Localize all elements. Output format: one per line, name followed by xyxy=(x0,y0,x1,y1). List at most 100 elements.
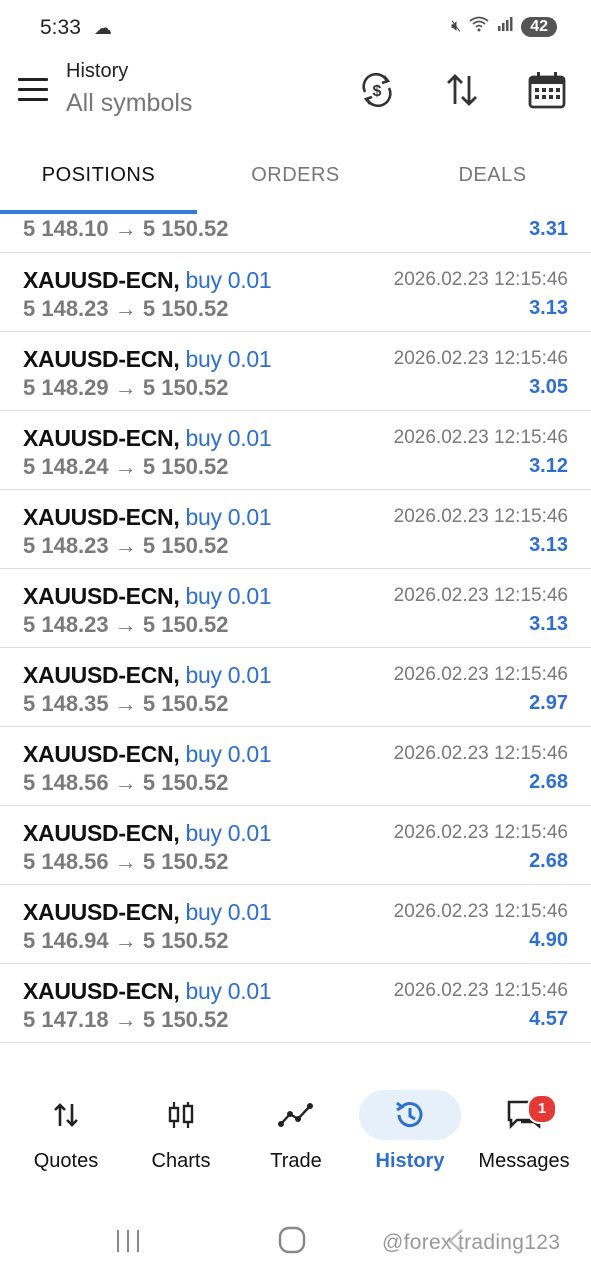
symbol-label: XAUUSD-ECN, buy 0.01 xyxy=(23,820,272,846)
trade-side: buy 0.01 xyxy=(185,662,272,688)
app-bar: History All symbols $ xyxy=(0,56,591,136)
tab-deals[interactable]: DEALS xyxy=(394,164,591,187)
symbol-label: XAUUSD-ECN, buy 0.01 xyxy=(23,583,272,609)
symbol-label: XAUUSD-ECN, buy 0.01 xyxy=(23,425,272,451)
price-range: 5 148.29 → 5 150.52 xyxy=(23,375,229,400)
trade-side: buy 0.01 xyxy=(185,267,272,293)
list-item[interactable]: XAUUSD-ECN, buy 0.01 2026.02.23 12:15:46… xyxy=(0,727,591,806)
battery-indicator: 42 xyxy=(521,16,557,37)
price-range: 5 148.35 → 5 150.52 xyxy=(23,691,229,716)
nav-messages[interactable]: 1 Messages xyxy=(465,1082,583,1192)
price-range: 5 146.94 → 5 150.52 xyxy=(23,928,229,953)
nav-label: Quotes xyxy=(33,1150,99,1172)
list-item[interactable]: XAUUSD-ECN, buy 0.01 2026.02.23 12:15:46… xyxy=(0,964,591,1043)
symbol-label: XAUUSD-ECN, buy 0.01 xyxy=(23,741,272,767)
timestamp: 2026.02.23 12:15:46 xyxy=(393,743,568,764)
profit-value: 3.12 xyxy=(529,455,568,477)
status-time: 5:33 xyxy=(40,16,81,39)
timestamp: 2026.02.23 12:15:46 xyxy=(393,269,568,290)
trade-side: buy 0.01 xyxy=(185,899,272,925)
profit-value: 3.13 xyxy=(529,297,568,319)
list-item[interactable]: XAUUSD-ECN, buy 0.01 2026.02.23 12:15:46… xyxy=(0,569,591,648)
price-range: 5 148.23 → 5 150.52 xyxy=(23,612,229,637)
currency-exchange-icon[interactable]: $ xyxy=(357,70,397,110)
home-icon[interactable] xyxy=(277,1225,307,1260)
profit-value: 3.13 xyxy=(529,613,568,635)
price-range: 5 148.23 → 5 150.52 xyxy=(23,533,229,558)
profit-value: 3.31 xyxy=(529,218,568,240)
nav-charts[interactable]: Charts xyxy=(122,1082,240,1192)
timestamp: 2026.02.23 12:15:46 xyxy=(393,427,568,448)
nav-trade[interactable]: Trade xyxy=(237,1082,355,1192)
timestamp: 2026.02.23 12:15:46 xyxy=(393,664,568,685)
trade-side: buy 0.01 xyxy=(185,346,272,372)
history-icon xyxy=(359,1090,461,1140)
price-range: 5 148.24 → 5 150.52 xyxy=(23,454,229,479)
list-item[interactable]: XAUUSD-ECN, buy 0.01 2026.02.23 12:15:46… xyxy=(0,411,591,490)
page-title: History xyxy=(66,60,129,82)
watermark-text: @forex trading123 xyxy=(382,1231,561,1254)
list-item[interactable]: XAUUSD-ECN, buy 0.01 2026.02.23 12:15:46… xyxy=(0,806,591,885)
trade-side: buy 0.01 xyxy=(185,741,272,767)
profit-value: 3.05 xyxy=(529,376,568,398)
profit-value: 2.68 xyxy=(529,771,568,793)
bottom-navigation: Quotes Charts Trade History 1 Messages xyxy=(0,1082,591,1192)
nav-history[interactable]: History xyxy=(358,1082,476,1192)
mute-icon: 🔇︎ xyxy=(451,17,462,35)
list-item[interactable]: XAUUSD-ECN, buy 0.01 2026.02.23 12:15:46… xyxy=(0,885,591,964)
profit-value: 4.57 xyxy=(529,1008,568,1030)
symbol-label: XAUUSD-ECN, buy 0.01 xyxy=(23,978,272,1004)
nav-label: Trade xyxy=(270,1150,322,1172)
nav-quotes[interactable]: Quotes xyxy=(7,1082,125,1192)
symbol-label: XAUUSD-ECN, buy 0.01 xyxy=(23,899,272,925)
title-block[interactable]: History All symbols xyxy=(66,60,192,118)
trade-side: buy 0.01 xyxy=(185,978,272,1004)
weather-icon: ☁ xyxy=(94,18,112,38)
status-icons: 🔇︎ 42 xyxy=(451,16,557,37)
profit-value: 3.13 xyxy=(529,534,568,556)
calendar-icon[interactable] xyxy=(527,70,567,110)
quotes-icon xyxy=(31,1090,101,1140)
list-item[interactable]: XAUUSD-ECN, buy 0.01 2026.02.23 12:15:46… xyxy=(0,648,591,727)
price-range: 5 148.10 → 5 150.52 xyxy=(23,216,229,241)
trade-side: buy 0.01 xyxy=(185,820,272,846)
list-item[interactable]: XAUUSD-ECN, buy 0.01 2026.02.23 12:15:46… xyxy=(0,253,591,332)
timestamp: 2026.02.23 12:15:46 xyxy=(393,585,568,606)
symbol-label: XAUUSD-ECN, buy 0.01 xyxy=(23,267,272,293)
tab-bar: POSITIONS ORDERS DEALS xyxy=(0,150,591,216)
symbol-filter[interactable]: All symbols xyxy=(66,89,192,118)
svg-text:$: $ xyxy=(373,83,382,100)
positions-list[interactable]: 5 148.10 → 5 150.52 3.31 XAUUSD-ECN, buy… xyxy=(0,210,591,1043)
nav-label: Messages xyxy=(478,1150,570,1172)
price-range: 5 148.23 → 5 150.52 xyxy=(23,296,229,321)
nav-label: History xyxy=(375,1150,445,1172)
tab-orders[interactable]: ORDERS xyxy=(197,164,394,187)
trade-side: buy 0.01 xyxy=(185,504,272,530)
symbol-label: XAUUSD-ECN, buy 0.01 xyxy=(23,504,272,530)
timestamp: 2026.02.23 12:15:46 xyxy=(393,822,568,843)
trade-side: buy 0.01 xyxy=(185,425,272,451)
tab-positions[interactable]: POSITIONS xyxy=(0,164,197,187)
timestamp: 2026.02.23 12:15:46 xyxy=(393,506,568,527)
candlestick-chart-icon xyxy=(146,1090,216,1140)
profit-value: 2.97 xyxy=(529,692,568,714)
price-range: 5 148.56 → 5 150.52 xyxy=(23,770,229,795)
trade-side: buy 0.01 xyxy=(185,583,272,609)
price-range: 5 148.56 → 5 150.52 xyxy=(23,849,229,874)
status-bar: 5:33 ☁ 🔇︎ 42 xyxy=(0,0,591,56)
profit-value: 2.68 xyxy=(529,850,568,872)
list-item[interactable]: XAUUSD-ECN, buy 0.01 2026.02.23 12:15:46… xyxy=(0,490,591,569)
system-navigation-bar: @forex trading123 xyxy=(0,1205,591,1280)
list-item[interactable]: 5 148.10 → 5 150.52 3.31 xyxy=(0,210,591,253)
recent-apps-icon[interactable] xyxy=(114,1227,142,1260)
unread-badge: 1 xyxy=(527,1094,557,1124)
trade-icon xyxy=(261,1090,331,1140)
timestamp: 2026.02.23 12:15:46 xyxy=(393,980,568,1001)
list-item[interactable]: XAUUSD-ECN, buy 0.01 2026.02.23 12:15:46… xyxy=(0,332,591,411)
menu-icon[interactable] xyxy=(18,78,48,102)
signal-icon xyxy=(497,16,513,37)
price-range: 5 147.18 → 5 150.52 xyxy=(23,1007,229,1032)
sort-icon[interactable] xyxy=(442,70,482,110)
symbol-label: XAUUSD-ECN, buy 0.01 xyxy=(23,346,272,372)
wifi-icon xyxy=(469,16,489,37)
